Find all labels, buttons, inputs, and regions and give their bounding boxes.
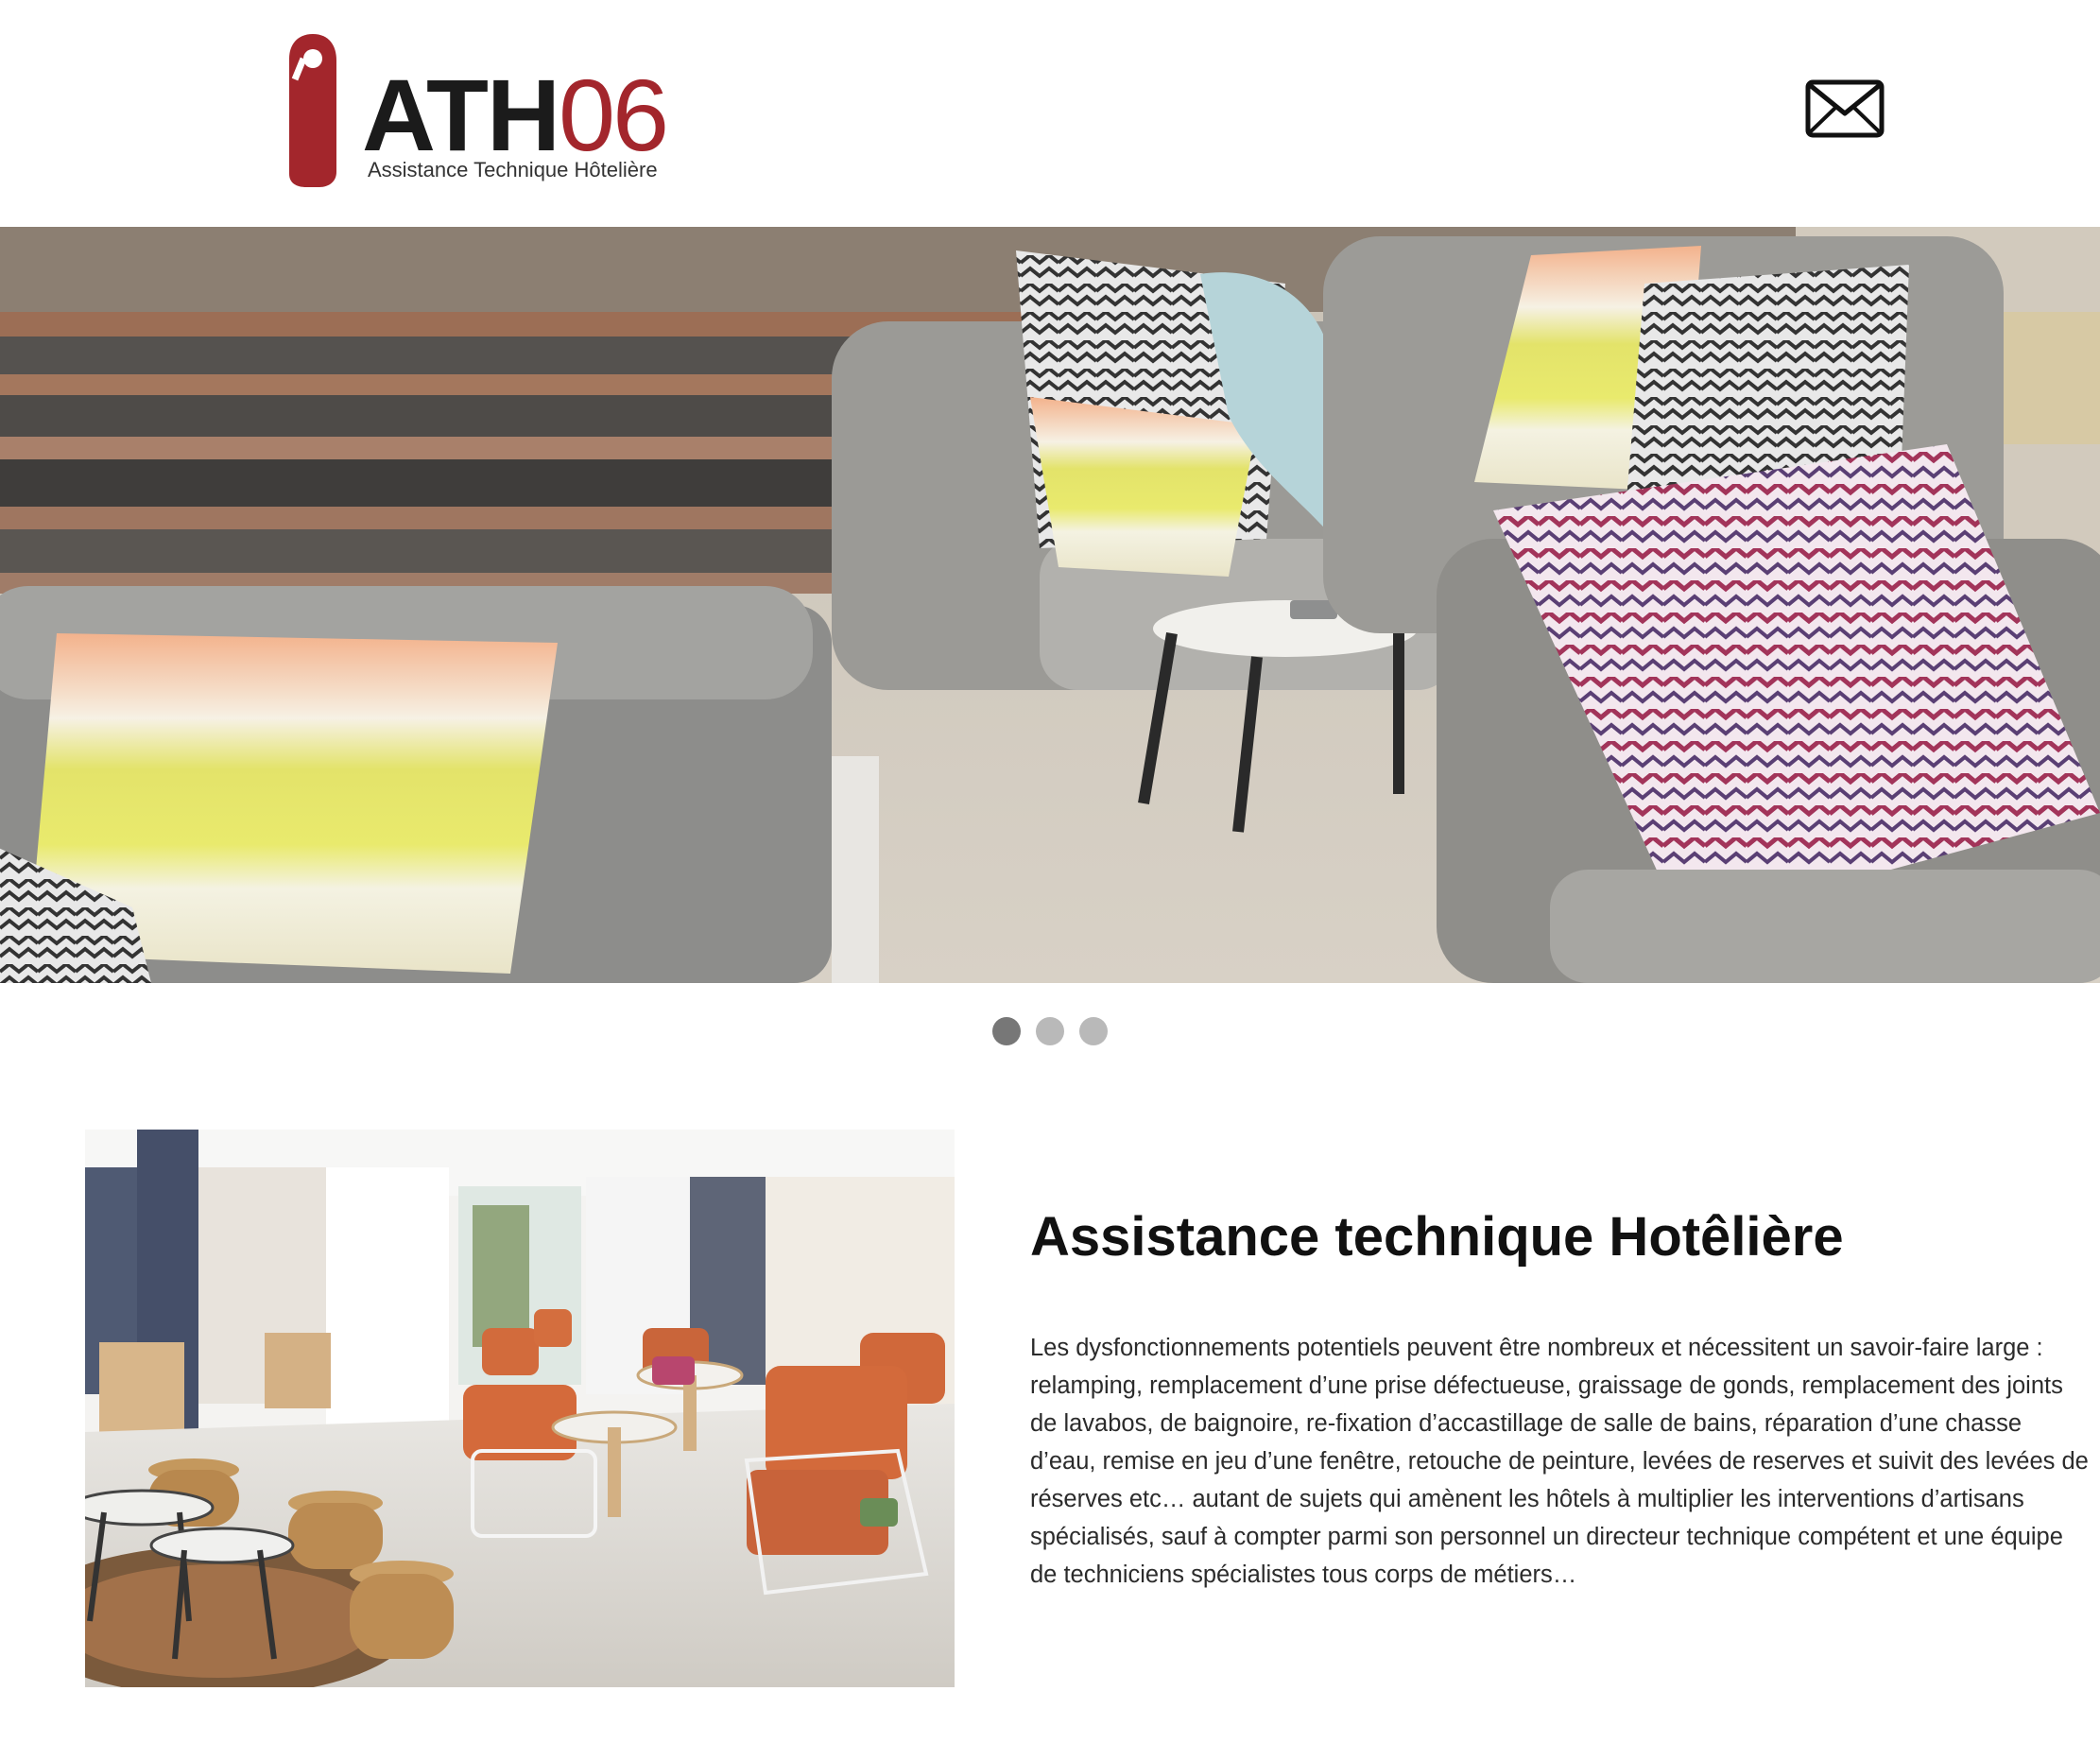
- feature-body: Les dysfonctionnements potentiels peuven…: [1030, 1335, 2089, 1588]
- site-header: ATH06 Assistance Technique Hôtelière: [0, 0, 2100, 227]
- feature-title: Assistance technique Hotêlière: [1030, 1206, 1844, 1268]
- hero-image: [0, 227, 2100, 983]
- logo-tagline: Assistance Technique Hôtelière: [368, 158, 658, 181]
- feature-image: [85, 1130, 955, 1687]
- logo-wordmark: ATH06: [362, 64, 669, 166]
- hotel-lobby-image: [85, 1130, 955, 1687]
- contact-mail-button[interactable]: [1805, 79, 1885, 138]
- slider-dot-1[interactable]: [992, 1017, 1021, 1045]
- logo-letters: ATH: [362, 58, 560, 172]
- door-hanger-icon: [289, 34, 336, 187]
- mail-icon: [1805, 79, 1885, 138]
- slider-pagination: [0, 1017, 2100, 1049]
- hero-slider: [0, 227, 2100, 983]
- feature-text: Assistance technique Hotêlière Les dysfo…: [1030, 1193, 2089, 1594]
- site-logo[interactable]: ATH06 Assistance Technique Hôtelière: [282, 28, 679, 194]
- logo-number: 06: [558, 58, 669, 172]
- slider-dot-3[interactable]: [1079, 1017, 1108, 1045]
- slider-dot-2[interactable]: [1036, 1017, 1064, 1045]
